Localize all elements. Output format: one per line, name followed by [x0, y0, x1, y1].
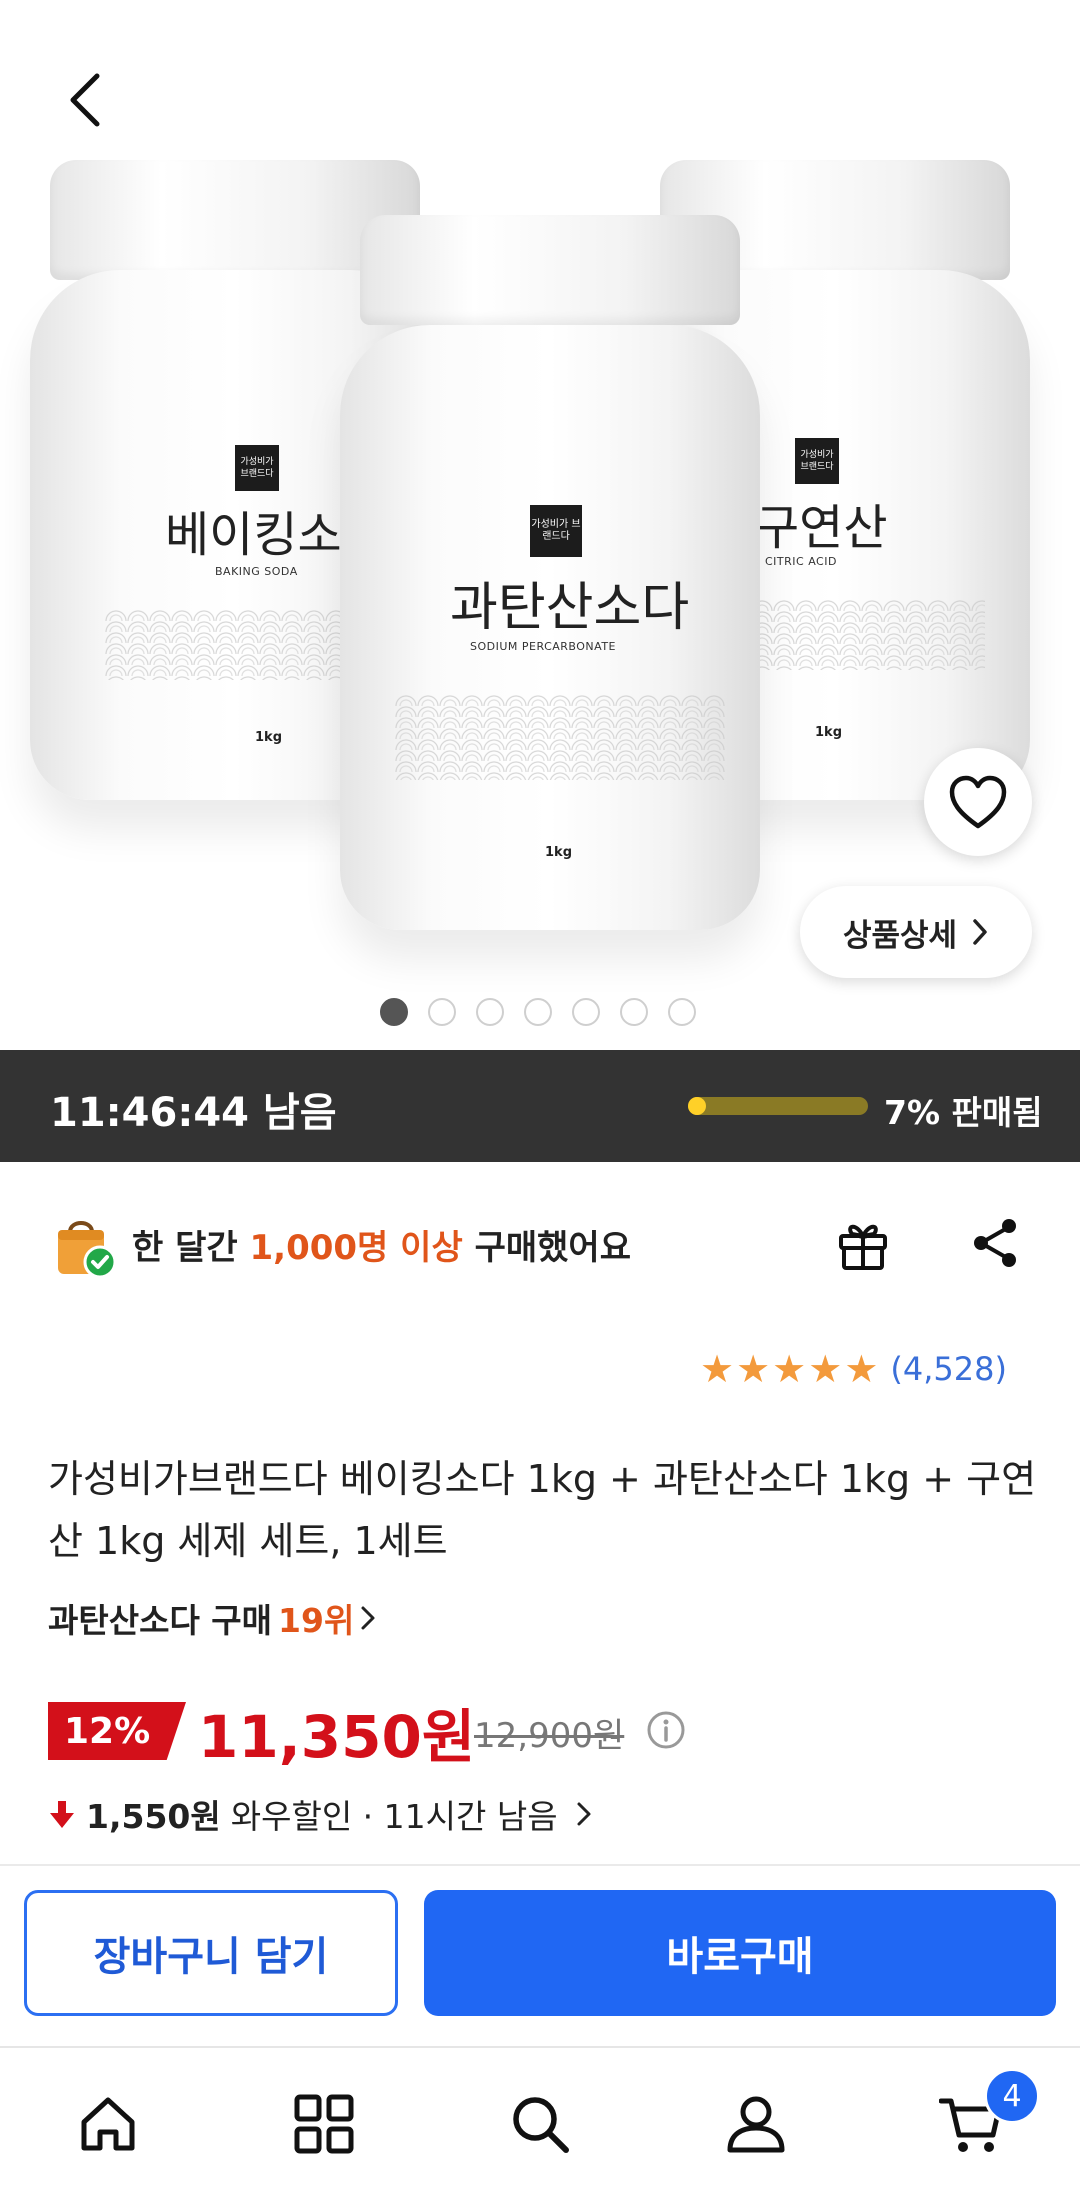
add-to-cart-button[interactable]: 장바구니 담기	[24, 1890, 398, 2016]
original-price: 12,900원	[474, 1716, 625, 1756]
nav-my-page[interactable]	[716, 2084, 796, 2164]
share-icon	[974, 1219, 1016, 1267]
carousel-indicator	[380, 998, 696, 1026]
home-icon	[81, 2097, 135, 2151]
category-grid-icon	[294, 2094, 354, 2154]
nav-search[interactable]	[500, 2084, 580, 2164]
search-icon	[513, 2097, 569, 2153]
monthly-purchase-info: 한 달간 1,000명 이상 구매했어요	[132, 1220, 631, 1269]
user-icon	[727, 2096, 785, 2153]
product-detail-label: 상품상세	[842, 917, 958, 954]
rank-value: 19위	[278, 1601, 355, 1640]
purchase-suffix: 구매했어요	[462, 1228, 631, 1268]
back-button[interactable]	[50, 60, 120, 140]
star-icon: ★	[772, 1347, 807, 1391]
nav-categories[interactable]	[284, 2084, 364, 2164]
purchase-prefix: 한 달간	[132, 1228, 250, 1268]
down-arrow-icon	[50, 1801, 74, 1828]
nav-home[interactable]	[68, 2084, 148, 2164]
back-arrow-icon	[70, 73, 100, 127]
carousel-dot[interactable]	[572, 998, 600, 1026]
jar-weight: 1kg	[545, 845, 572, 860]
sold-percent-label: 7% 판매됨	[884, 1093, 1043, 1132]
gift-button[interactable]	[828, 1208, 898, 1278]
chevron-right-icon	[361, 1606, 375, 1630]
carousel-dot[interactable]	[524, 998, 552, 1026]
info-icon[interactable]	[646, 1710, 686, 1750]
jar-english-name: SODIUM PERCARBONATE	[470, 640, 617, 653]
rating-stars: ★ ★ ★ ★ ★	[700, 1350, 878, 1388]
star-icon: ★	[844, 1347, 879, 1391]
chevron-right-icon	[577, 1802, 591, 1826]
review-count: (4,528)	[890, 1350, 1007, 1388]
product-detail-button[interactable]: 상품상세	[800, 886, 1032, 978]
jar-body: 가성비가 브랜드다 과탄산소다 SODIUM PERCARBONATE 1kg	[340, 325, 760, 930]
wave-pattern	[395, 695, 725, 780]
wishlist-button[interactable]	[924, 748, 1032, 856]
purchase-highlight: 1,000명 이상	[249, 1228, 463, 1268]
discount-badge: 12%	[48, 1702, 186, 1760]
product-image-carousel[interactable]: 가성비가 브랜드다 베이킹소다 BAKING SODA 1kg 가성비가 브랜드…	[0, 0, 1080, 1050]
jar-weight: 1kg	[255, 730, 282, 745]
sold-progress-bar	[688, 1097, 868, 1115]
share-button[interactable]	[960, 1208, 1030, 1278]
sold-progress-fill	[688, 1097, 706, 1115]
product-title: 가성비가브랜드다 베이킹소다 1kg + 과탄산소다 1kg + 구연산 1kg…	[48, 1457, 1037, 1563]
jar-lid	[360, 215, 740, 325]
star-icon: ★	[700, 1347, 735, 1391]
carousel-dot[interactable]	[620, 998, 648, 1026]
gift-icon	[839, 1224, 887, 1270]
brand-box: 가성비가 브랜드다	[795, 438, 839, 484]
sale-price: 11,350원	[198, 1703, 476, 1771]
carousel-dot[interactable]	[668, 998, 696, 1026]
brand-box: 가성비가 브랜드다	[530, 505, 582, 557]
product-jar-sodium-percarbonate: 가성비가 브랜드다 과탄산소다 SODIUM PERCARBONATE 1kg	[340, 215, 760, 930]
wow-discount-amount: 1,550원	[86, 1797, 221, 1836]
chevron-right-icon	[973, 919, 987, 945]
cart-count-badge: 4	[984, 2068, 1040, 2124]
divider	[0, 2046, 1080, 2048]
shopping-bag-check-icon	[48, 1210, 118, 1280]
heart-icon	[949, 775, 1007, 829]
jar-korean-name: 구연산	[755, 500, 888, 556]
jar-korean-name: 과탄산소다	[450, 578, 690, 638]
divider	[0, 1864, 1080, 1866]
carousel-dot[interactable]	[380, 998, 408, 1026]
jar-english-name: BAKING SODA	[215, 565, 298, 578]
jar-english-name: CITRIC ACID	[765, 555, 837, 568]
carousel-dot[interactable]	[428, 998, 456, 1026]
buy-now-button[interactable]: 바로구매	[424, 1890, 1056, 2016]
wow-discount-text: 와우할인 · 11시간 남음	[230, 1797, 558, 1836]
product-rating[interactable]: ★ ★ ★ ★ ★ (4,528)	[700, 1350, 1007, 1388]
carousel-dot[interactable]	[476, 998, 504, 1026]
jar-weight: 1kg	[815, 725, 842, 740]
rank-prefix: 과탄산소다 구매	[48, 1601, 273, 1640]
deal-remaining-time: 11:46:44 남음	[50, 1090, 337, 1136]
brand-box: 가성비가 브랜드다	[235, 445, 279, 491]
wow-discount-info[interactable]: 1,550원 와우할인 · 11시간 남음	[48, 1790, 592, 1838]
category-rank-link[interactable]: 과탄산소다 구매 19위	[48, 1594, 376, 1642]
star-icon: ★	[736, 1347, 771, 1391]
star-icon: ★	[808, 1347, 843, 1391]
